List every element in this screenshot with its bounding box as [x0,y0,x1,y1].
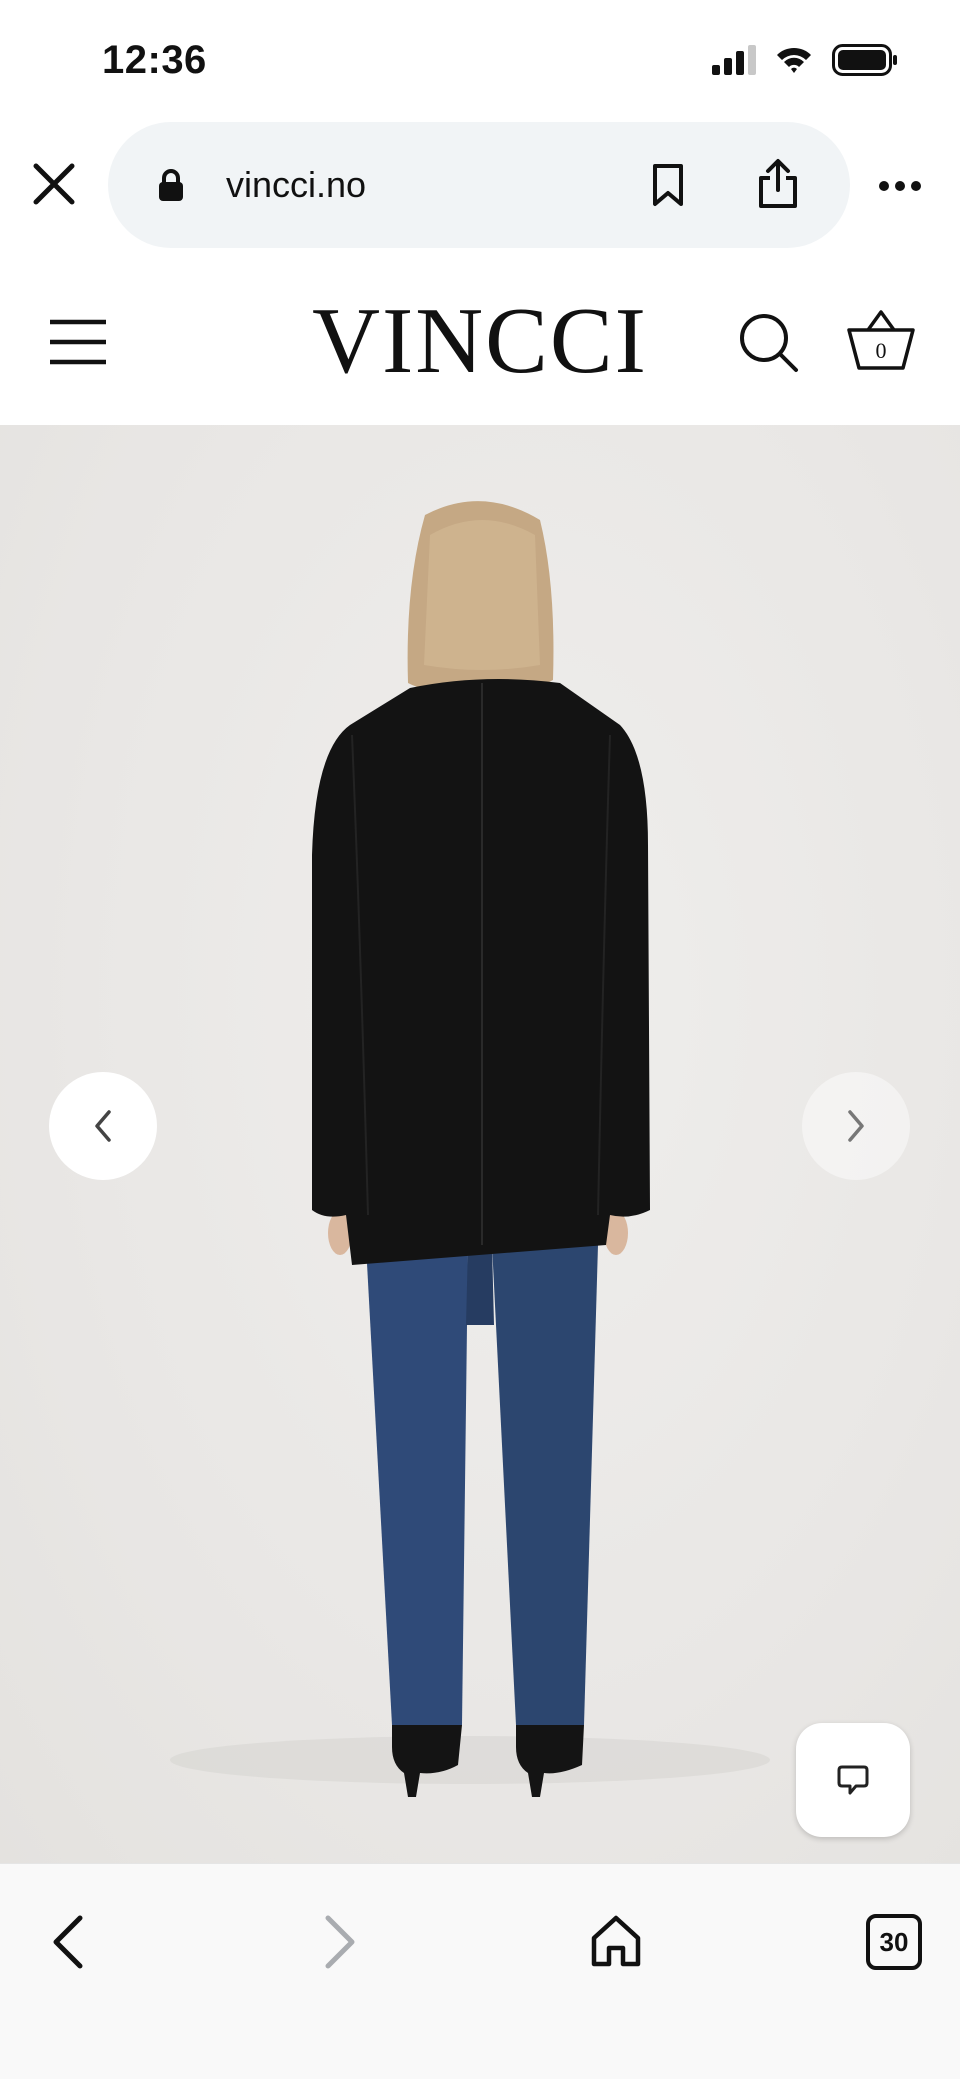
bookmark-icon[interactable] [650,162,686,208]
site-header: VINCCI 0 [0,270,960,425]
brand-logo[interactable]: VINCCI [0,294,960,388]
more-icon[interactable] [878,180,922,192]
status-time: 12:36 [102,38,207,82]
carousel-prev-button[interactable] [49,1072,157,1180]
tabs-button[interactable]: 30 [866,1914,922,1970]
wifi-icon [777,47,811,73]
share-icon[interactable] [756,158,800,210]
chat-button[interactable] [796,1723,910,1837]
address-bar[interactable]: vincci.no [108,122,850,248]
battery-icon [832,44,897,76]
tab-count: 30 [879,1926,909,1957]
lock-icon [159,169,183,201]
chevron-right-icon [848,1110,864,1142]
carousel-next-button[interactable] [802,1072,910,1180]
home-icon[interactable] [590,1914,642,1968]
status-icons [712,44,898,76]
browser-bar: vincci.no [0,118,960,252]
signal-icon [712,45,756,75]
forward-icon[interactable] [318,1914,362,1970]
close-icon[interactable] [28,158,80,210]
back-icon[interactable] [46,1914,90,1970]
bottom-toolbar: 30 [0,1863,960,2079]
cart-button[interactable]: 0 [846,306,916,374]
url-text: vincci.no [226,164,367,205]
chevron-left-icon [95,1110,111,1142]
search-icon[interactable] [738,312,800,374]
chat-icon [837,1765,869,1795]
status-bar: 12:36 [0,0,960,120]
cart-count: 0 [875,338,887,363]
